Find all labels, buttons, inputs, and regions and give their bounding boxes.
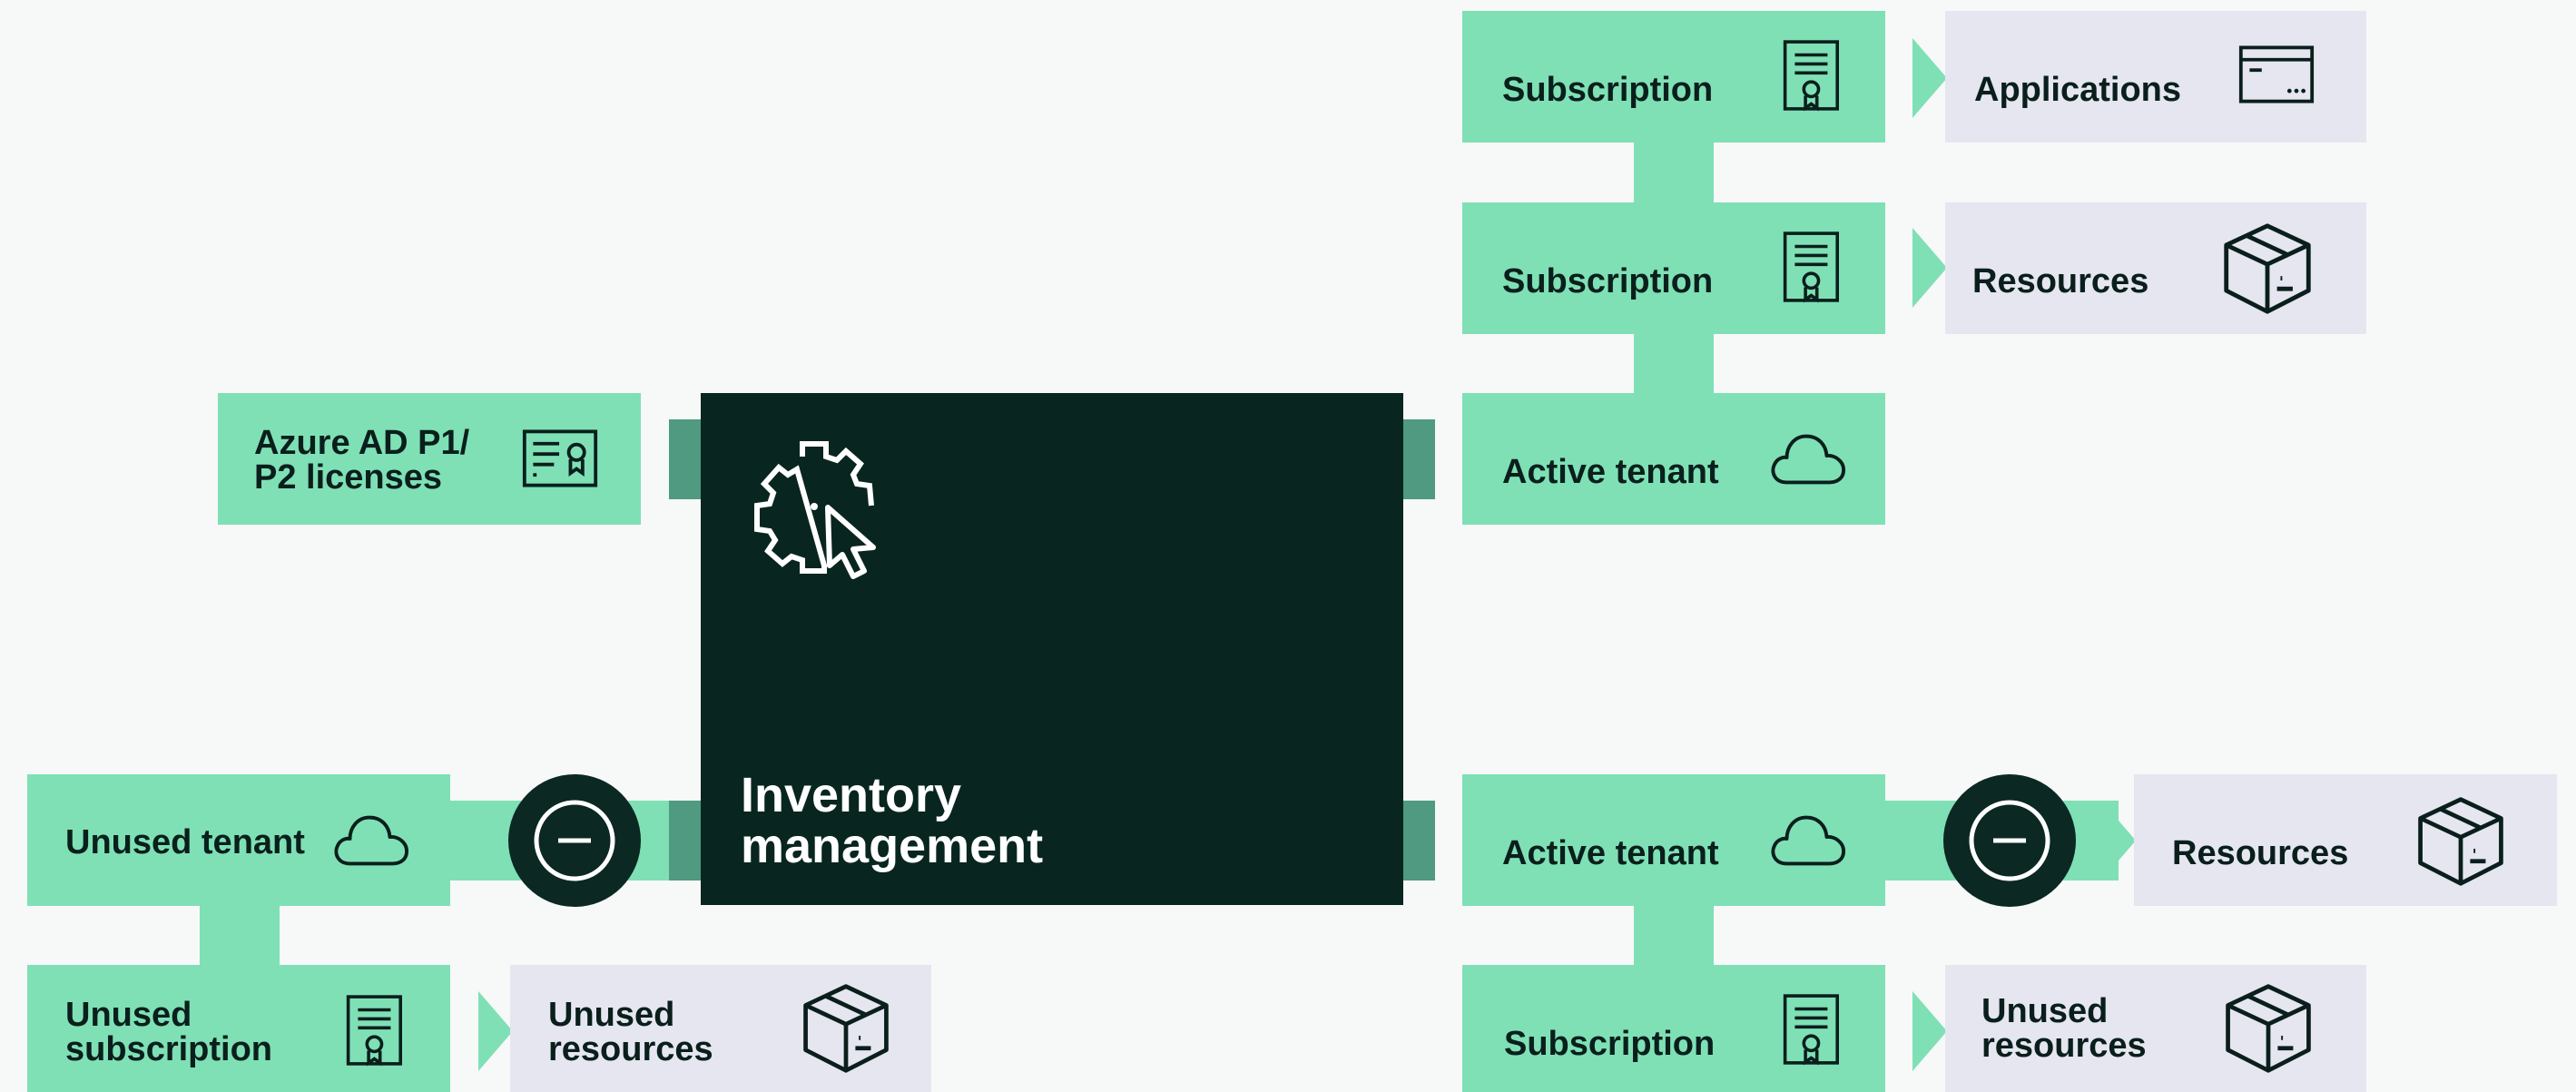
minus-node-left [508,774,641,907]
subscription-middle-label: Subscription [1502,262,1714,300]
unused-resources-right-box: Unused resources [1945,965,2366,1092]
applications-box: Applications [1945,11,2366,143]
subscription-bottom-label: Subscription [1504,1025,1716,1063]
resources-top-label: Resources [1972,262,2149,300]
minus-node-right [1943,774,2076,907]
arrow-resources-bottom [2101,801,2136,880]
resources-top-box: Resources [1945,202,2366,334]
unused-tenant-label: Unused tenant [65,823,305,861]
gear-cursor-icon [754,441,876,579]
active-tenant-bottom-box: Active tenant [1462,774,1885,906]
resources-bottom-label: Resources [2172,834,2349,872]
minus-circle-icon [1964,795,2055,886]
document-ribbon-icon [1782,990,1847,1068]
unused-resources-left-box: Unused resources [510,965,931,1092]
unused-resources-right-label: Unused resources [1981,992,2147,1065]
document-ribbon-icon [1782,228,1847,306]
arrow-applications [1912,38,1947,118]
inventory-management-block: Inventory management [701,393,1403,905]
cloud-icon [1767,807,1847,872]
inventory-management-title: Inventory management [741,768,1044,873]
resources-bottom-box: Resources [2134,774,2557,906]
azure-licenses-box: Azure AD P1/ P2 licenses [218,393,641,525]
certificate-icon [521,428,599,489]
arrow-unused-resources-left [478,991,513,1071]
unused-subscription-label: Unused subscription [65,996,273,1068]
app-window-icon [2237,44,2315,105]
connector-main-unused [669,801,701,880]
active-tenant-bottom-label: Active tenant [1502,834,1719,872]
arrow-resources-top [1912,228,1947,308]
box-icon [2221,981,2315,1076]
unused-resources-left-label: Unused resources [548,996,713,1068]
connector-vertical-bottom [1634,899,1714,971]
connector-main-tenant-bottom [1403,801,1435,880]
connector-azure-main [669,419,701,499]
subscription-top-label: Subscription [1502,71,1714,109]
unused-tenant-box: Unused tenant [27,774,450,906]
cloud-icon [1767,426,1847,491]
document-ribbon-icon [1782,36,1847,114]
minus-circle-icon [529,795,620,886]
unused-subscription-box: Unused subscription [27,965,450,1092]
box-icon [799,981,893,1076]
active-tenant-top-label: Active tenant [1502,453,1719,491]
connector-vertical-left [200,899,280,971]
document-ribbon-icon [345,992,410,1068]
active-tenant-top-box: Active tenant [1462,393,1885,525]
connector-main-tenant-top [1403,419,1435,499]
box-icon [2219,221,2315,317]
applications-label: Applications [1974,71,2182,109]
subscription-bottom-box: Subscription [1462,965,1885,1092]
box-icon [2414,794,2508,889]
arrow-unused-resources-right [1912,991,1947,1071]
azure-licenses-label: Azure AD P1/ P2 licenses [254,424,470,497]
subscription-middle-box: Subscription [1462,202,1885,334]
subscription-top-box: Subscription [1462,11,1885,143]
cloud-icon [330,807,410,872]
